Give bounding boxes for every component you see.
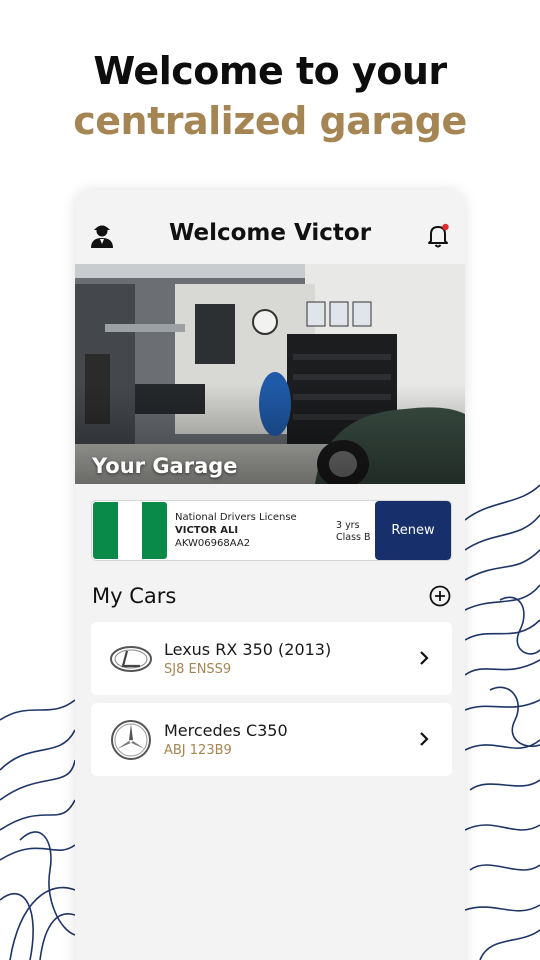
phone-screen: Welcome Victor Your Garage National Driv… [75, 190, 465, 960]
lexus-logo-icon [110, 646, 152, 672]
my-cars-heading: My Cars [92, 584, 177, 608]
app-header: Welcome Victor [75, 190, 465, 264]
chevron-right-icon [420, 651, 429, 665]
plus-circle-icon[interactable] [429, 585, 451, 607]
chevron-right-icon [420, 732, 429, 746]
garage-title: Your Garage [92, 454, 238, 478]
mercedes-logo-icon [111, 720, 151, 760]
nigeria-flag-icon [93, 502, 167, 559]
car-plate: ABJ 123B9 [164, 743, 232, 758]
garage-photo [75, 264, 465, 484]
license-holder-name: VICTOR ALI [175, 525, 239, 536]
hero-heading: Welcome to your centralized garage [0, 46, 540, 146]
license-duration: 3 yrs [336, 520, 360, 531]
car-name: Mercedes C350 [164, 721, 288, 740]
garage-banner[interactable]: Your Garage [75, 264, 465, 484]
license-number: AKW06968AA2 [175, 538, 251, 549]
car-name: Lexus RX 350 (2013) [164, 640, 332, 659]
car-list-item[interactable]: Mercedes C350 ABJ 123B9 [91, 703, 452, 776]
hero-line-2: centralized garage [73, 99, 467, 143]
car-list-item[interactable]: Lexus RX 350 (2013) SJ8 ENSS9 [91, 622, 452, 695]
license-type: National Drivers License [175, 512, 297, 523]
hero-line-1: Welcome to your [93, 49, 447, 93]
car-plate: SJ8 ENSS9 [164, 662, 232, 677]
renew-button[interactable]: Renew [375, 501, 451, 560]
license-class: Class B [336, 532, 371, 543]
license-card: National Drivers License VICTOR ALI AKW0… [91, 500, 452, 561]
license-info: National Drivers License VICTOR ALI AKW0… [175, 511, 297, 550]
page-title: Welcome Victor [168, 220, 372, 246]
license-meta: 3 yrs Class B [336, 520, 371, 544]
bell-icon[interactable] [425, 223, 451, 249]
